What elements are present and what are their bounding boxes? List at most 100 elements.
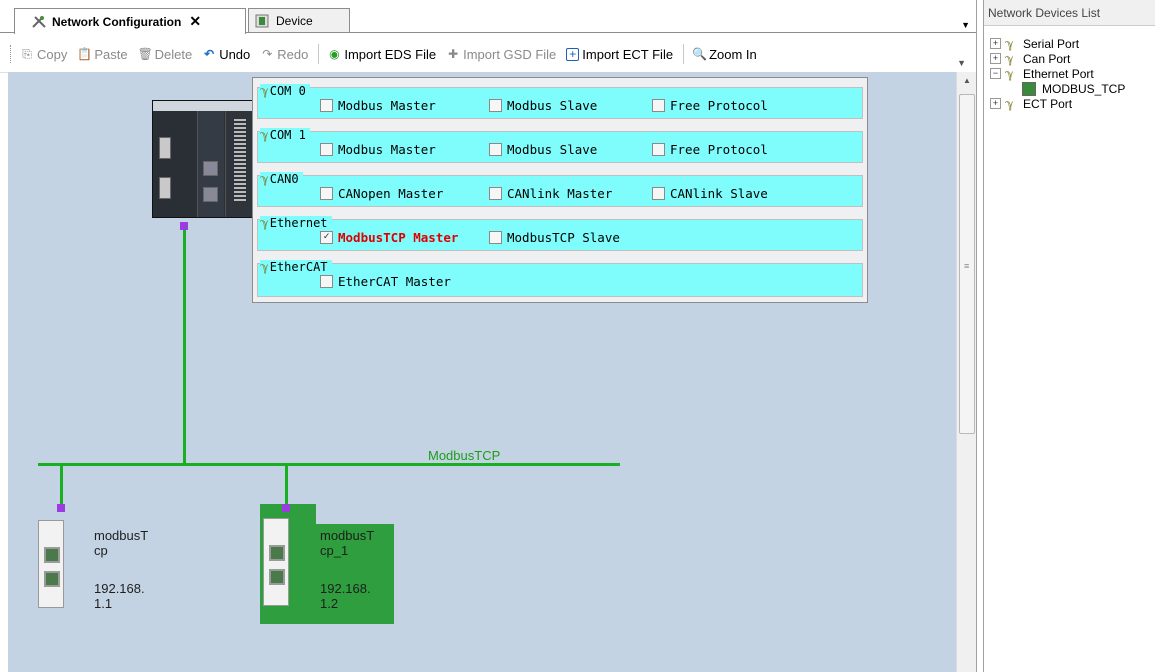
option-modbus-slave[interactable]: Modbus Slave [489,142,597,157]
config-group-can0: ℽCAN0 CANopen Master CANlink Master CANl… [257,172,863,207]
option-free-protocol[interactable]: Free Protocol [652,98,768,113]
expand-icon[interactable]: + [990,98,1001,109]
checkbox[interactable] [320,143,333,156]
slave-name-line: cp [94,543,108,558]
checkbox[interactable] [652,143,665,156]
group-title-text: CAN0 [269,172,299,186]
port-icon: ℽ [260,84,269,98]
tab-device[interactable]: Device [248,8,350,32]
tree-item-modbus-tcp[interactable]: MODBUS_TCP [990,81,1125,96]
toolbar-overflow-icon[interactable]: ▼ [957,58,966,68]
checkbox[interactable] [320,187,333,200]
option-modbus-master[interactable]: Modbus Master [320,98,436,113]
checkbox[interactable] [320,99,333,112]
tree-item-can-port[interactable]: + ℽ Can Port [990,51,1125,66]
config-group-com0: ℽCOM 0 Modbus Master Modbus Slave Free P… [257,84,863,119]
tree-item-serial-port[interactable]: + ℽ Serial Port [990,36,1125,51]
import-gsd-button[interactable]: ✚ Import GSD File [446,47,556,62]
port-icon: ℽ [260,260,269,274]
toolbar: ⎘ Copy 📋 Paste 🗑 Delete ↶ Undo ↷ Redo ◉ Import… [0,36,976,73]
import-ect-button[interactable]: + Import ECT File [566,47,673,62]
delete-label: Delete [154,46,193,62]
checkbox-checked[interactable]: ✓ [320,231,333,244]
slave-device-modbustcp-1[interactable] [263,518,289,606]
option-free-protocol[interactable]: Free Protocol [652,142,768,157]
checkbox[interactable] [489,99,502,112]
slave-connector[interactable] [57,504,65,512]
option-label: Free Protocol [670,98,768,113]
paste-button[interactable]: 📋 Paste [77,47,127,62]
slave-name-line: modbusT [320,528,375,543]
port-icon: ℽ [1005,66,1014,81]
checkbox[interactable] [652,99,665,112]
plc-port [159,137,171,159]
expand-icon[interactable]: + [990,38,1001,49]
expand-icon[interactable]: + [990,53,1001,64]
slave-port [44,547,60,563]
plc-device[interactable] [152,100,258,218]
slave-ip-line: 192.168. [94,581,145,596]
slave-connector[interactable] [282,504,290,512]
chevron-down-icon[interactable]: ▼ [961,20,970,30]
plc-connector[interactable] [180,222,188,230]
config-group-ethernet: ℽEthernet ✓ ModbusTCP Master ModbusTCP Sl… [257,216,863,251]
import-eds-icon: ◉ [329,47,340,61]
option-modbustcp-slave[interactable]: ModbusTCP Slave [489,230,620,245]
device-icon [255,14,271,28]
group-title-text: EtherCAT [269,260,328,274]
option-ethercat-master[interactable]: EtherCAT Master [320,274,451,289]
scroll-up-icon[interactable]: ▲ [963,76,971,85]
zoom-in-icon: 🔍 [692,47,708,61]
redo-label: Redo [277,46,309,62]
group-title-text: Ethernet [269,216,328,230]
plc-ethernet-port [203,187,218,202]
checkbox[interactable] [652,187,665,200]
option-modbus-slave[interactable]: Modbus Slave [489,98,597,113]
slave-ip-line: 192.168. [320,581,371,596]
copy-button[interactable]: ⎘ Copy [20,47,67,62]
tree-item-ethernet-port[interactable]: − ℽ Ethernet Port [990,66,1125,81]
slave-device-modbustcp[interactable] [38,520,64,608]
import-eds-button[interactable]: ◉ Import EDS File [327,47,436,62]
option-modbus-master[interactable]: Modbus Master [320,142,436,157]
redo-button[interactable]: ↷ Redo [260,47,308,62]
network-canvas[interactable]: ModbusTCP modbusT cp 192.168. 1.1 modbus… [8,72,956,672]
grip-icon: ≡ [964,261,970,271]
plc-module [197,111,224,217]
checkbox[interactable] [489,187,502,200]
undo-label: Undo [219,46,251,62]
protocol-config-box: ℽCOM 0 Modbus Master Modbus Slave Free P… [252,77,868,303]
option-canlink-slave[interactable]: CANlink Slave [652,186,768,201]
option-modbustcp-master[interactable]: ✓ ModbusTCP Master [320,230,458,245]
panel-splitter[interactable] [976,0,984,672]
tree-item-ect-port[interactable]: + ℽ ECT Port [990,96,1125,111]
tab-network-configuration[interactable]: Network Configuration ✕ [14,8,246,34]
network-config-icon [31,15,47,29]
delete-button[interactable]: 🗑 Delete [138,47,193,62]
option-label: Modbus Slave [507,98,598,113]
tree-item-label: Can Port [1023,51,1071,66]
undo-button[interactable]: ↶ Undo [202,47,250,62]
toolbar-separator [318,44,320,64]
checkbox[interactable] [489,143,502,156]
checkbox[interactable] [489,231,502,244]
option-canlink-master[interactable]: CANlink Master [489,186,612,201]
tab-label: Device [276,13,313,28]
zoom-in-button[interactable]: 🔍 Zoom In [692,47,757,62]
zoom-in-label: Zoom In [709,46,757,62]
scrollbar-thumb[interactable]: ≡ [959,94,975,434]
modbus-tcp-bus[interactable] [38,463,620,466]
close-icon[interactable]: ✕ [189,13,201,30]
toolbar-grip[interactable] [10,45,14,63]
paste-icon: 📋 [77,47,93,61]
vertical-scrollbar[interactable]: ▲ ≡ [956,72,977,672]
tree-item-label: Ethernet Port [1023,66,1094,81]
slave-name-line: cp_1 [320,543,349,558]
checkbox[interactable] [320,275,333,288]
collapse-icon[interactable]: − [990,68,1001,79]
plc-port [159,177,171,199]
copy-icon: ⎘ [22,47,32,61]
option-canopen-master[interactable]: CANopen Master [320,186,443,201]
toolbar-separator [683,44,685,64]
slave-name-line: modbusT [94,528,149,543]
